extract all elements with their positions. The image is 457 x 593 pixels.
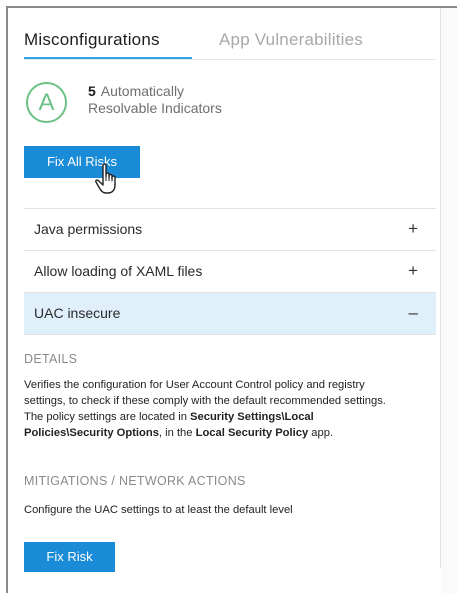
tab-bar: Misconfigurations App Vulnerabilities — [24, 30, 436, 62]
resolvable-count: 5 — [88, 83, 96, 99]
tab-app-vulnerabilities[interactable]: App Vulnerabilities — [219, 30, 363, 50]
resolvable-label-line1: Automatically — [100, 83, 185, 99]
tab-misconfigurations[interactable]: Misconfigurations — [24, 30, 160, 50]
details-text-run: app. — [308, 427, 334, 439]
indicator-uac-insecure[interactable]: UAC insecure – — [24, 293, 436, 335]
expand-icon[interactable]: + — [408, 219, 418, 239]
indicator-allow-xaml[interactable]: Allow loading of XAML files + — [24, 251, 436, 293]
mitigations-description: Configure the UAC settings to at least t… — [24, 504, 293, 516]
hand-pointer-icon — [95, 163, 116, 194]
details-app-name: Local Security Policy — [195, 427, 309, 439]
collapse-icon[interactable]: – — [409, 303, 418, 323]
details-path: Security Settings\Local — [190, 411, 314, 423]
details-path: Policies\Security Options — [24, 427, 159, 439]
details-heading: DETAILS — [24, 352, 78, 366]
indicator-list: Java permissions + Allow loading of XAML… — [24, 208, 436, 335]
resolvable-indicators: 5 Automatically Resolvable Indicators — [88, 83, 222, 117]
expand-icon[interactable]: + — [408, 261, 418, 281]
details-description: Verifies the configuration for User Acco… — [24, 377, 436, 441]
indicator-label: UAC insecure — [34, 305, 121, 321]
panel-border-left — [6, 6, 8, 593]
mitigations-heading: MITIGATIONS / NETWORK ACTIONS — [24, 474, 246, 488]
active-tab-indicator — [24, 57, 192, 59]
indicator-label: Java permissions — [34, 221, 143, 237]
panel-border-top — [6, 6, 457, 8]
resolvable-label-line2: Resolvable Indicators — [88, 100, 222, 116]
details-text-run: The policy settings are located in — [24, 411, 191, 423]
scrollbar-track[interactable] — [440, 8, 441, 568]
details-text-run: , in the — [158, 427, 196, 439]
details-line: settings, to check if these comply with … — [24, 395, 386, 407]
indicator-label: Allow loading of XAML files — [34, 263, 203, 279]
indicator-java-permissions[interactable]: Java permissions + — [24, 208, 436, 251]
tab-bar-divider — [24, 59, 436, 60]
scrollbar-gutter[interactable] — [441, 8, 457, 593]
details-line: Verifies the configuration for User Acco… — [24, 379, 365, 391]
fix-risk-button[interactable]: Fix Risk — [24, 542, 115, 572]
misconfigurations-panel: Misconfigurations App Vulnerabilities A … — [0, 0, 457, 593]
grade-badge: A — [26, 82, 67, 123]
